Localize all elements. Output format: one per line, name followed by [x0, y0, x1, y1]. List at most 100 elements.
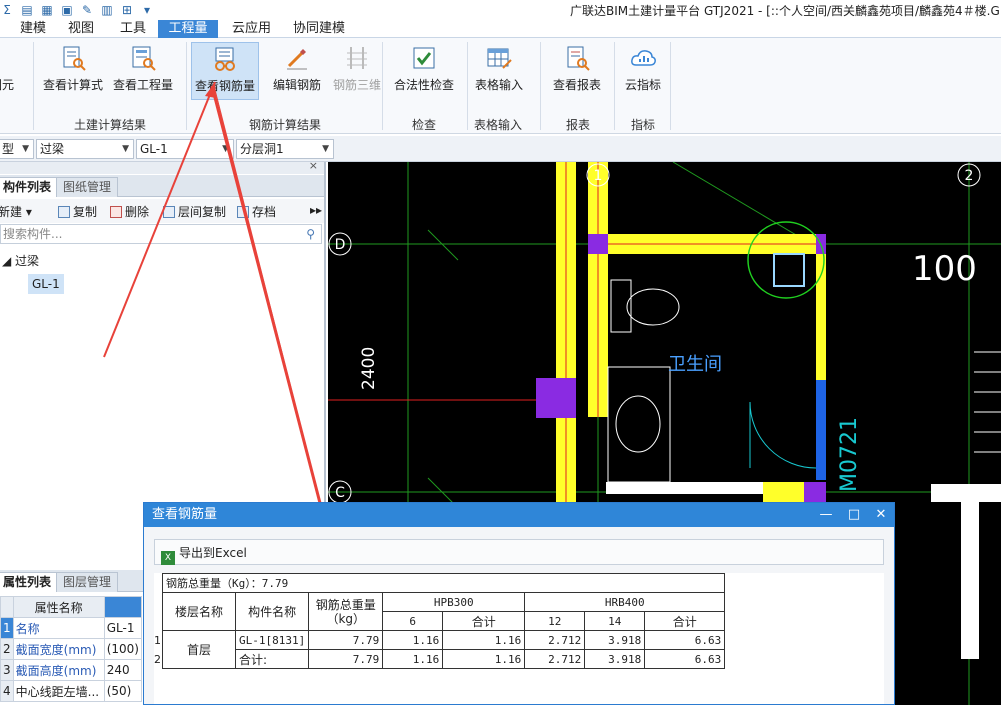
view-quantity-button[interactable]: 查看工程量 — [108, 42, 178, 100]
floor-copy-button[interactable]: 层间复制 — [163, 203, 226, 220]
layer-select[interactable]: 分层洞1 ▼ — [236, 139, 334, 159]
pen-icon[interactable]: ✎ — [80, 3, 94, 17]
tick-mark — [427, 229, 459, 261]
column — [804, 482, 826, 502]
export-excel-button[interactable]: X 导出到Excel — [161, 544, 247, 565]
group-label-rebar: 钢筋计算结果 — [249, 118, 322, 132]
sink-basin — [615, 395, 661, 453]
partial-button[interactable]: 图元 — [0, 42, 26, 100]
door-label: M0721 — [837, 417, 862, 492]
cloud-chart-icon — [629, 44, 657, 72]
checkmark-icon — [410, 44, 438, 72]
sink-counter — [607, 366, 671, 483]
col-hrb400: HRB400 — [524, 592, 726, 612]
tab-component-list[interactable]: 构件列表 — [0, 177, 59, 197]
cloud-index-button[interactable]: 云指标 — [608, 42, 678, 100]
dialog-toolbar: X 导出到Excel — [154, 539, 884, 565]
table-row[interactable]: 合计: 7.79 1.16 1.16 2.712 3.918 6.63 — [163, 649, 726, 669]
property-table: 属性名称 1 名称 GL-1 2 截面宽度(mm) (100) 3 截面高度(m… — [0, 596, 143, 702]
view-rebar-button[interactable]: 查看钢筋量 — [191, 42, 259, 100]
property-value[interactable]: 240 — [103, 659, 143, 681]
formula-icon[interactable]: ▤ — [20, 3, 34, 17]
panel-header: × — [0, 159, 324, 174]
tab-layer-management[interactable]: 图层管理 — [56, 572, 119, 592]
group-label-index: 指标 — [631, 118, 656, 132]
copy-icon — [58, 206, 70, 218]
door-frame — [816, 380, 826, 480]
tab-quantity[interactable]: 工程量 — [158, 20, 218, 38]
table-edit-icon — [485, 44, 513, 72]
tab-tools[interactable]: 工具 — [114, 20, 152, 38]
toilet-tank — [610, 279, 632, 333]
axis-label-2: 2 — [965, 168, 974, 184]
type-select[interactable]: 型 ▼ — [0, 139, 34, 159]
dimension-2400: 2400 — [359, 347, 379, 390]
separator — [540, 42, 541, 130]
report-icon[interactable]: ▦ — [40, 3, 54, 17]
title-bar: Σ ▤ ▦ ▣ ✎ ▥ ⊞ ▾ 广联达BIM土建计量平台 GTJ2021 - [… — [0, 0, 1001, 20]
close-icon[interactable]: × — [309, 159, 318, 172]
total-weight-label: 钢筋总重量（Kg）：7.79 — [161, 573, 726, 593]
add-icon[interactable]: ⊞ — [120, 3, 134, 17]
tab-cloud[interactable]: 云应用 — [226, 20, 277, 38]
dialog-body: X 导出到Excel 1 2 钢筋总重量（Kg）：7.79 楼层名称 构件名称 钢… — [144, 527, 894, 704]
tab-view[interactable]: 视图 — [62, 20, 100, 38]
sigma-icon[interactable]: Σ — [0, 3, 14, 17]
save-button[interactable]: 存档 — [237, 203, 276, 220]
row-header — [0, 596, 14, 618]
chevron-down-icon: ▼ — [222, 144, 229, 154]
rebar-grid: 1 2 钢筋总重量（Kg）：7.79 楼层名称 构件名称 钢筋总重量 （kg） … — [154, 573, 884, 704]
grid-icon[interactable]: ▥ — [100, 3, 114, 17]
column — [536, 378, 576, 418]
tab-drawing-management[interactable]: 图纸管理 — [56, 177, 119, 197]
component-toolbar: 新建 ▾ 复制 删除 层间复制 存档 ▸▸ — [0, 199, 324, 223]
property-value[interactable]: (100) — [103, 638, 143, 660]
view-formula-button[interactable]: 查看计算式 — [38, 42, 108, 100]
column — [588, 234, 608, 254]
row-gutter: 1 2 — [154, 634, 161, 666]
delete-button[interactable]: 删除 — [110, 203, 149, 220]
table-input-button[interactable]: 表格输入 — [464, 42, 534, 100]
col-total-weight: 钢筋总重量 （kg） — [308, 592, 384, 631]
rebar-3d-icon — [343, 44, 371, 72]
tree-node-lintel[interactable]: ◢ 过梁 — [2, 252, 39, 269]
property-value[interactable]: GL-1 — [103, 617, 143, 639]
close-icon[interactable]: ✕ — [871, 503, 891, 527]
chevron-down-icon: ▼ — [322, 144, 329, 154]
menu-bar: 建模 视图 工具 工程量 云应用 协同建模 — [0, 20, 1001, 38]
search-input[interactable]: 搜索构件... ⚲ — [0, 224, 322, 244]
tab-property-list[interactable]: 属性列表 — [0, 572, 59, 592]
view-rebar-icon[interactable]: ▣ — [60, 3, 74, 17]
tab-collab-modeling[interactable]: 协同建模 — [287, 20, 351, 38]
property-row: 1 名称 GL-1 — [0, 617, 143, 639]
separator — [670, 42, 671, 130]
tab-modeling[interactable]: 建模 — [14, 20, 52, 38]
view-report-button[interactable]: 查看报表 — [542, 42, 612, 100]
maximize-icon[interactable]: □ — [844, 503, 864, 527]
selector-bar: 型 ▼ 过梁 ▼ GL-1 ▼ 分层洞1 ▼ — [0, 136, 1001, 162]
more-icon[interactable]: ▸▸ — [310, 203, 322, 217]
property-value[interactable]: (50) — [103, 680, 143, 702]
dropdown-icon[interactable]: ▾ — [140, 3, 154, 17]
delete-icon — [110, 206, 122, 218]
app-title: 广联达BIM土建计量平台 GTJ2021 - [::个人空间/西关麟鑫苑项目/麟… — [570, 4, 1000, 18]
property-value-header — [103, 596, 143, 618]
tree-node-gl1[interactable]: GL-1 — [28, 274, 64, 294]
guide-line — [672, 162, 809, 243]
group-label-check: 检查 — [412, 118, 437, 132]
col-hrb-12: 12 — [524, 611, 586, 631]
legality-check-button[interactable]: 合法性检查 — [388, 42, 460, 100]
copy-button[interactable]: 复制 — [58, 203, 97, 220]
col-hpb-sum: 合计 — [442, 611, 526, 631]
table-row[interactable]: 首层 GL-1[8131] 7.79 1.16 1.16 2.712 3.918… — [162, 630, 726, 669]
door-swing — [749, 401, 817, 469]
component-select[interactable]: GL-1 ▼ — [136, 139, 234, 159]
category-select[interactable]: 过梁 ▼ — [36, 139, 134, 159]
minimize-icon[interactable]: — — [816, 503, 836, 527]
room-label: 卫生间 — [668, 354, 722, 375]
partial-icon — [0, 44, 16, 72]
edit-pen-icon — [283, 44, 311, 72]
rebar-glasses-icon — [211, 45, 239, 73]
fixture-icon — [773, 253, 805, 287]
new-button[interactable]: 新建 ▾ — [0, 203, 32, 220]
